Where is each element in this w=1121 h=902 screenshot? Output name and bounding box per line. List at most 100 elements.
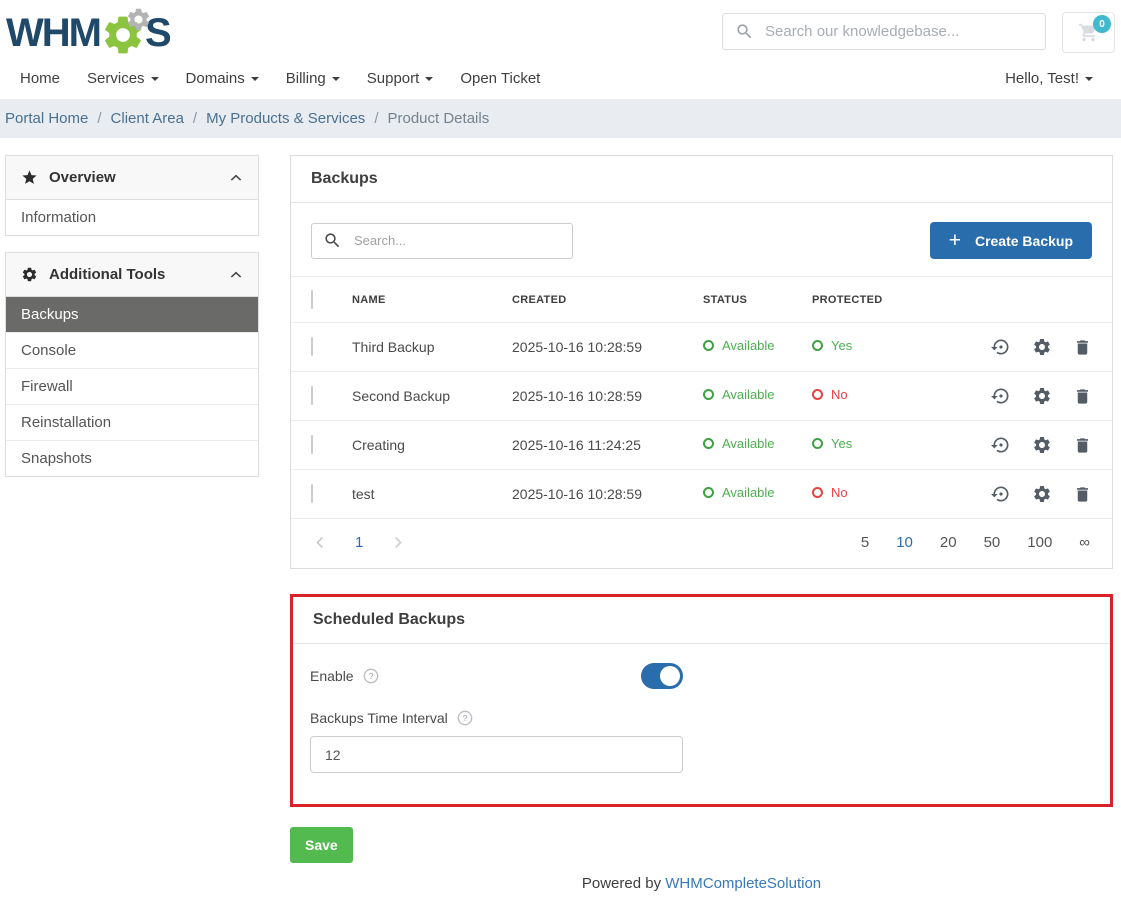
restore-backup-icon[interactable]: [991, 337, 1011, 357]
protected-badge: No: [812, 387, 848, 402]
help-icon: ?: [457, 710, 473, 726]
additional-tools-panel-header[interactable]: Additional Tools: [6, 253, 258, 296]
sidebar-item-information[interactable]: Information: [6, 200, 258, 235]
delete-backup-icon[interactable]: [1073, 338, 1092, 357]
nav-item-home[interactable]: Home: [20, 70, 60, 87]
status-badge: Available: [703, 485, 775, 500]
backup-created: 2025-10-16 10:28:59: [512, 486, 703, 502]
user-menu[interactable]: Hello, Test!: [1005, 70, 1093, 87]
whmcs-logo[interactable]: WHM S: [6, 8, 170, 58]
knowledgebase-search-input[interactable]: [722, 13, 1046, 50]
help-icon: ?: [363, 668, 379, 684]
table-row: test 2025-10-16 10:28:59 Available No: [291, 469, 1112, 518]
next-page-icon[interactable]: [390, 535, 405, 550]
status-ring-icon: [703, 487, 714, 498]
protected-badge: No: [812, 485, 848, 500]
search-icon: [323, 231, 342, 250]
column-header-status: STATUS: [703, 294, 812, 306]
page-size-options: 5 10 20 50 100 ∞: [861, 534, 1090, 551]
sidebar-item-reinstallation[interactable]: Reinstallation: [6, 404, 258, 440]
row-checkbox[interactable]: [311, 435, 313, 454]
row-checkbox[interactable]: [311, 386, 313, 405]
backup-created: 2025-10-16 11:24:25: [512, 437, 703, 453]
backup-name: Third Backup: [352, 339, 512, 355]
cart-button[interactable]: 0: [1062, 12, 1115, 53]
table-row: Creating 2025-10-16 11:24:25 Available Y…: [291, 420, 1112, 469]
select-all-checkbox[interactable]: [311, 290, 313, 309]
page-size-20[interactable]: 20: [940, 534, 957, 551]
backups-toolbar: + Create Backup: [291, 203, 1112, 276]
row-checkbox[interactable]: [311, 337, 313, 356]
table-header-row: NAME CREATED STATUS PROTECTED: [291, 276, 1112, 322]
status-ring-icon: [703, 389, 714, 400]
breadcrumb-portal-home[interactable]: Portal Home: [5, 110, 88, 127]
page-size-10[interactable]: 10: [896, 534, 913, 551]
chevron-down-icon: [1085, 77, 1093, 81]
nav-item-open-ticket[interactable]: Open Ticket: [460, 70, 540, 87]
previous-page-icon[interactable]: [313, 535, 328, 550]
chevron-down-icon: [332, 77, 340, 81]
restore-backup-icon[interactable]: [991, 386, 1011, 406]
sidebar-item-console[interactable]: Console: [6, 332, 258, 368]
search-icon: [735, 22, 754, 41]
delete-backup-icon[interactable]: [1073, 387, 1092, 406]
sidebar-item-firewall[interactable]: Firewall: [6, 368, 258, 404]
content-area: Overview Information Additional Tools Ba…: [0, 138, 1121, 902]
nav-item-support[interactable]: Support: [367, 70, 434, 87]
backup-settings-icon[interactable]: [1032, 435, 1052, 455]
plus-icon: +: [949, 230, 961, 251]
table-row: Second Backup 2025-10-16 10:28:59 Availa…: [291, 371, 1112, 420]
sidebar-item-backups[interactable]: Backups: [6, 297, 258, 332]
breadcrumb-my-products[interactable]: My Products & Services: [206, 110, 365, 127]
enable-label: Enable ?: [310, 668, 379, 684]
status-ring-icon: [703, 438, 714, 449]
nav-item-billing[interactable]: Billing: [286, 70, 340, 87]
protected-ring-icon: [812, 487, 823, 498]
interval-label: Backups Time Interval ?: [310, 710, 1093, 726]
enable-toggle[interactable]: [641, 663, 683, 689]
chevron-down-icon: [151, 77, 159, 81]
protected-badge: Yes: [812, 338, 852, 353]
delete-backup-icon[interactable]: [1073, 485, 1092, 504]
row-checkbox[interactable]: [311, 484, 313, 503]
star-icon: [21, 169, 38, 186]
interval-input[interactable]: [310, 736, 683, 773]
footer: Powered by WHMCompleteSolution: [290, 863, 1113, 902]
svg-text:?: ?: [462, 713, 467, 723]
breadcrumb-client-area[interactable]: Client Area: [111, 110, 184, 127]
backup-settings-icon[interactable]: [1032, 484, 1052, 504]
sidebar-item-snapshots[interactable]: Snapshots: [6, 440, 258, 476]
powered-by-text: Powered by: [582, 875, 661, 892]
toggle-knob: [660, 666, 680, 686]
page-size-50[interactable]: 50: [984, 534, 1001, 551]
page-size-unlimited[interactable]: ∞: [1079, 534, 1090, 551]
status-ring-icon: [703, 340, 714, 351]
backup-settings-icon[interactable]: [1032, 337, 1052, 357]
whmcompletesolution-link[interactable]: WHMCompleteSolution: [665, 875, 821, 892]
overview-panel-header[interactable]: Overview: [6, 156, 258, 199]
create-backup-button[interactable]: + Create Backup: [930, 222, 1092, 259]
delete-backup-icon[interactable]: [1073, 436, 1092, 455]
restore-backup-icon[interactable]: [991, 484, 1011, 504]
nav-item-domains[interactable]: Domains: [186, 70, 259, 87]
breadcrumb-current: Product Details: [387, 110, 489, 127]
svg-text:?: ?: [368, 671, 373, 681]
page-size-5[interactable]: 5: [861, 534, 869, 551]
backup-settings-icon[interactable]: [1032, 386, 1052, 406]
nav-item-services[interactable]: Services: [87, 70, 159, 87]
column-header-protected: PROTECTED: [812, 294, 966, 306]
page-number[interactable]: 1: [355, 534, 363, 551]
main-column: Backups + Create Backup NAME CREATED STA…: [290, 155, 1113, 902]
backups-search-input[interactable]: [311, 223, 573, 259]
table-row: Third Backup 2025-10-16 10:28:59 Availab…: [291, 322, 1112, 371]
chevron-up-icon: [229, 268, 243, 282]
backup-created: 2025-10-16 10:28:59: [512, 339, 703, 355]
knowledgebase-search: [722, 13, 1046, 50]
backup-name: Creating: [352, 437, 512, 453]
backup-name: Second Backup: [352, 388, 512, 404]
page-size-100[interactable]: 100: [1027, 534, 1052, 551]
overview-panel-title: Overview: [49, 169, 116, 186]
save-button[interactable]: Save: [290, 827, 353, 863]
restore-backup-icon[interactable]: [991, 435, 1011, 455]
protected-badge: Yes: [812, 436, 852, 451]
